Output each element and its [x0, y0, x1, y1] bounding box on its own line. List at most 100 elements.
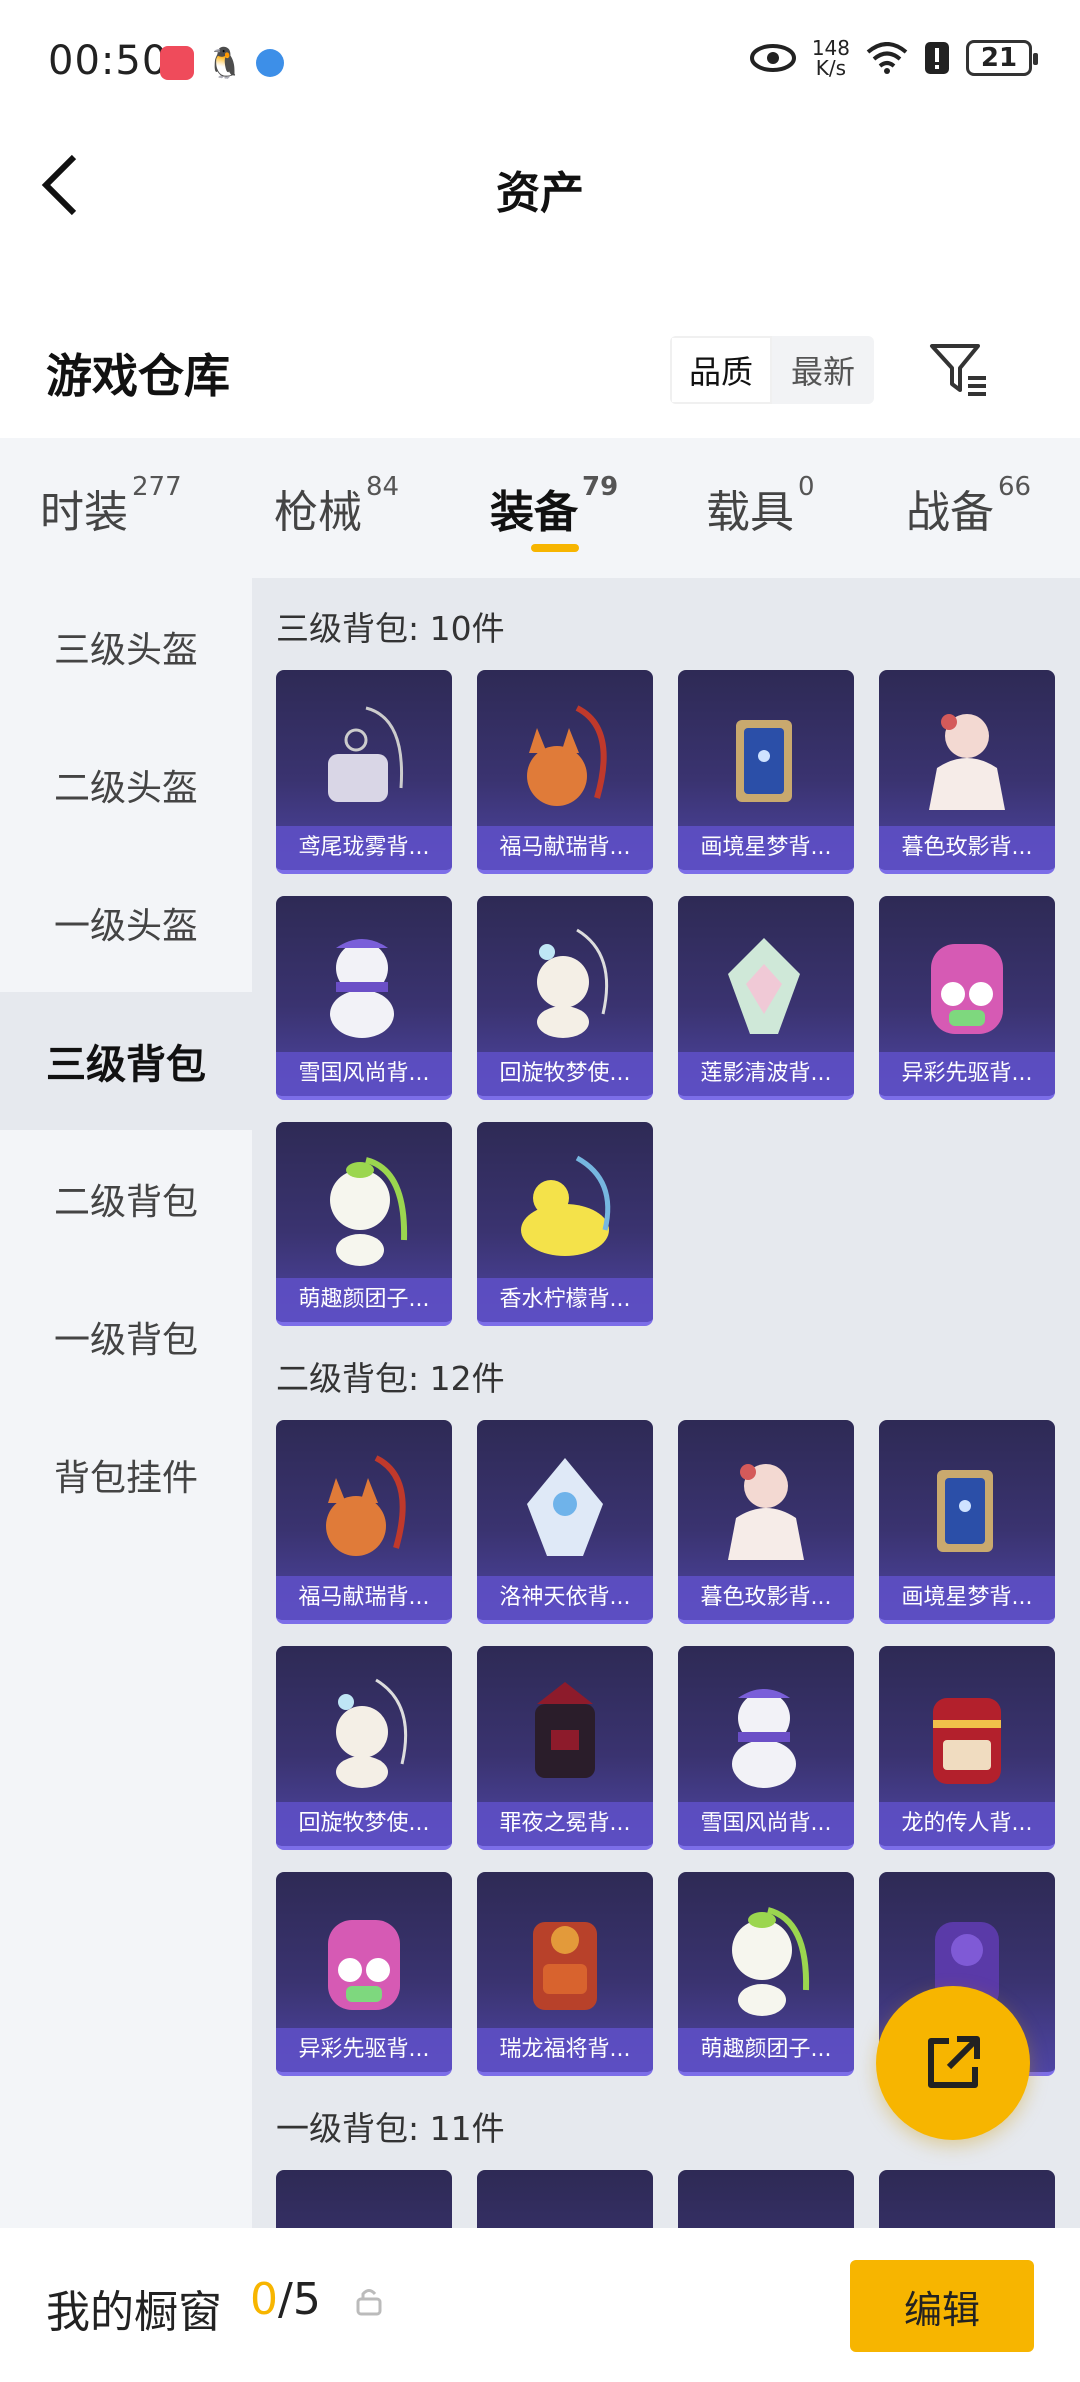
backpack-image: [330, 939, 394, 1038]
item-card[interactable]: [477, 2170, 653, 2228]
lock-icon: [356, 2289, 382, 2316]
item-card[interactable]: 福马献瑞背...: [276, 1420, 452, 1624]
item-card[interactable]: 画境星梦背...: [678, 670, 854, 874]
sidebar-item-backpack-1[interactable]: 一级背包: [0, 1268, 252, 1406]
network-speed: 148 K/s: [812, 38, 850, 78]
backpack-image: [535, 1682, 595, 1778]
backpack-image: [527, 1458, 603, 1556]
section-title: 三级背包: 10件: [276, 609, 505, 648]
tab-equipment[interactable]: 装备 79: [490, 472, 618, 540]
tab-fashion[interactable]: 时装 277: [40, 472, 182, 540]
backpack-image: [732, 1689, 796, 1788]
item-name: 雪国风尚背...: [678, 1802, 854, 1846]
item-name: 回旋牧梦使...: [276, 1802, 452, 1846]
item-card[interactable]: [879, 2170, 1055, 2228]
item-card[interactable]: 洛神天依背...: [477, 1420, 653, 1624]
backpack-image: [728, 1464, 804, 1560]
status-right: 148 K/s 21: [749, 38, 1038, 78]
item-card[interactable]: [276, 2170, 452, 2228]
item-name: 画境星梦背...: [879, 1576, 1055, 1620]
showcase-total: /5: [278, 2274, 321, 2325]
tab-label: 装备: [490, 487, 578, 538]
wifi-icon: [866, 42, 908, 74]
share-fab-button[interactable]: [876, 1986, 1030, 2140]
item-card[interactable]: 雪国风尚背...: [276, 896, 452, 1100]
item-name: 萌趣颜团子...: [678, 2028, 854, 2072]
item-card[interactable]: 福马献瑞背...: [477, 670, 653, 874]
item-card[interactable]: 异彩先驱背...: [276, 1872, 452, 2076]
backpack-image: [732, 1907, 810, 2016]
item-name: 福马献瑞背...: [477, 826, 653, 870]
backpack-image: [527, 705, 607, 806]
backpack-image: [326, 1455, 406, 1556]
item-card[interactable]: 龙的传人背...: [879, 1646, 1055, 1850]
item-name: 香水柠檬背...: [477, 1278, 653, 1322]
showcase-current: 0: [250, 2274, 278, 2325]
backpack-image: [736, 720, 792, 802]
item-card[interactable]: [678, 2170, 854, 2228]
alert-icon: [925, 42, 949, 74]
sidebar-item-helmet-1[interactable]: 一级头盔: [0, 854, 252, 992]
item-card[interactable]: 暮色玫影背...: [879, 670, 1055, 874]
backpack-image: [931, 944, 1003, 1034]
tab-label: 载具: [706, 487, 794, 538]
battery-indicator: 21: [966, 40, 1038, 76]
item-card[interactable]: 异彩先驱背...: [879, 896, 1055, 1100]
sort-latest-button[interactable]: 最新: [772, 336, 874, 404]
filter-icon[interactable]: [926, 338, 990, 402]
edit-button[interactable]: 编辑: [850, 2260, 1034, 2352]
item-card[interactable]: 雪国风尚背...: [678, 1646, 854, 1850]
item-name: 暮色玫影背...: [678, 1576, 854, 1620]
item-card[interactable]: 莲影清波背...: [678, 896, 854, 1100]
item-card[interactable]: 回旋牧梦使...: [276, 1646, 452, 1850]
browser-icon: [256, 49, 284, 77]
external-link-icon: [928, 2036, 980, 2088]
backpack-image: [330, 1157, 408, 1266]
item-card[interactable]: 回旋牧梦使...: [477, 896, 653, 1100]
sidebar-item-backpack-3[interactable]: 三级背包: [0, 992, 252, 1130]
backpack-image: [521, 1155, 611, 1256]
backpack-image: [933, 1698, 1001, 1784]
item-card[interactable]: 萌趣颜团子...: [276, 1122, 452, 1326]
page-title: 资产: [496, 168, 584, 219]
item-name: 鸢尾珑雾背...: [276, 826, 452, 870]
item-name: 异彩先驱背...: [276, 2028, 452, 2072]
qq-icon: 🐧: [206, 45, 244, 81]
tab-count: 84: [366, 472, 400, 502]
item-grid-area[interactable]: 三级背包: 10件 鸢尾珑雾背... 福马献瑞背... 画境星梦背... 暮色玫…: [252, 578, 1080, 2228]
section-title: 二级背包: 12件: [276, 1359, 505, 1398]
backpack-image: [328, 1920, 400, 2010]
backpack-image: [728, 938, 800, 1034]
sidebar-item-helmet-3[interactable]: 三级头盔: [0, 578, 252, 716]
tab-count: 277: [132, 472, 182, 502]
sidebar-item-backpack-charm[interactable]: 背包挂件: [0, 1406, 252, 1544]
item-name: 龙的传人背...: [879, 1802, 1055, 1846]
item-card[interactable]: 香水柠檬背...: [477, 1122, 653, 1326]
showcase-bar: 我的橱窗 0/5 编辑: [0, 2228, 1080, 2382]
tab-firearms[interactable]: 枪械 84: [274, 472, 399, 540]
item-card[interactable]: 萌趣颜团子...: [678, 1872, 854, 2076]
category-tabs: 时装 277 枪械 84 装备 79 载具 0 战备 66: [0, 438, 1080, 578]
item-card[interactable]: 鸢尾珑雾背...: [276, 670, 452, 874]
item-card[interactable]: 罪夜之冕背...: [477, 1646, 653, 1850]
showcase-label: 我的橱窗: [46, 2287, 222, 2338]
sort-quality-button[interactable]: 品质: [670, 336, 772, 404]
item-card[interactable]: 画境星梦背...: [879, 1420, 1055, 1624]
item-name: 雪国风尚背...: [276, 1052, 452, 1096]
tab-count: 66: [998, 472, 1032, 502]
tab-label: 战备: [906, 487, 994, 538]
sort-toggle: 品质 最新: [670, 336, 874, 404]
item-card[interactable]: 瑞龙福将背...: [477, 1872, 653, 2076]
item-name: 瑞龙福将背...: [477, 2028, 653, 2072]
tab-vehicles[interactable]: 载具 0: [706, 472, 815, 540]
status-bar: 00:50 🐧 148 K/s 21: [0, 0, 1080, 125]
sidebar-item-backpack-2[interactable]: 二级背包: [0, 1130, 252, 1268]
item-name: 萌趣颜团子...: [276, 1278, 452, 1322]
tab-battle-gear[interactable]: 战备 66: [906, 472, 1031, 540]
tab-count: 79: [582, 472, 619, 502]
speed-unit: K/s: [815, 56, 847, 80]
item-card[interactable]: 暮色玫影背...: [678, 1420, 854, 1624]
sidebar-item-helmet-2[interactable]: 二级头盔: [0, 716, 252, 854]
backpack-image: [537, 928, 609, 1038]
sidebar: 三级头盔 二级头盔 一级头盔 三级背包 二级背包 一级背包 背包挂件: [0, 578, 252, 2228]
